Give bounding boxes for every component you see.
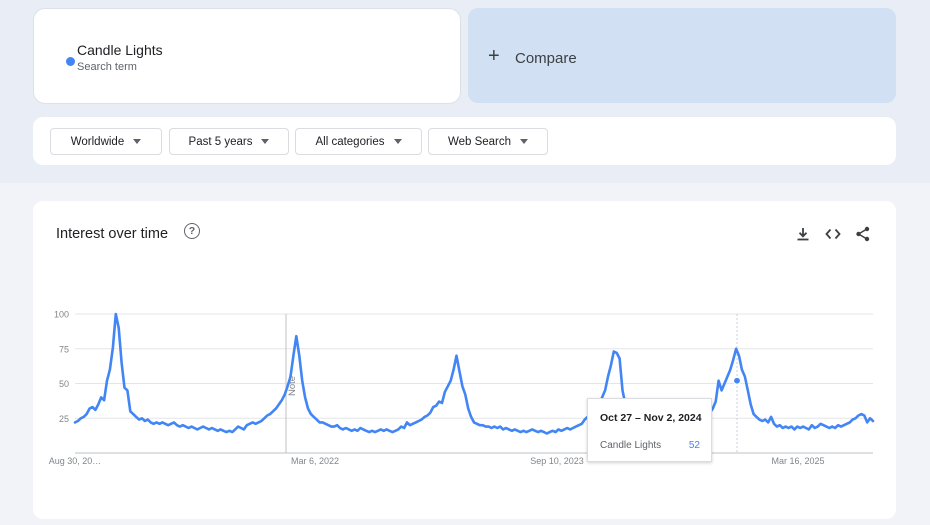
plus-icon: +	[488, 45, 500, 67]
interest-over-time-card: Interest over time ?	[33, 201, 896, 519]
caret-down-icon	[133, 139, 142, 144]
data-tooltip: Oct 27 – Nov 2, 2024 Candle Lights 52	[587, 398, 712, 462]
category-dropdown[interactable]: All categories	[295, 128, 422, 155]
search-type-dropdown[interactable]: Web Search	[428, 128, 548, 155]
caret-down-icon	[261, 139, 270, 144]
search-term-subtitle: Search term	[77, 61, 137, 73]
caret-down-icon	[393, 139, 402, 144]
tooltip-date: Oct 27 – Nov 2, 2024	[600, 412, 702, 424]
region-dropdown[interactable]: Worldwide	[50, 128, 162, 155]
filters-bar: Worldwide Past 5 years All categories We…	[33, 117, 896, 165]
embed-code-icon[interactable]	[824, 225, 842, 243]
time-range-dropdown[interactable]: Past 5 years	[169, 128, 289, 155]
series-color-dot	[66, 57, 75, 66]
help-icon[interactable]: ?	[184, 223, 200, 239]
download-icon[interactable]	[794, 225, 812, 243]
compare-label: Compare	[515, 50, 577, 67]
tooltip-value: 52	[688, 440, 700, 451]
search-type-label: Web Search	[447, 135, 512, 148]
search-term-card[interactable]: Candle Lights Search term	[33, 8, 461, 104]
caret-down-icon	[520, 139, 529, 144]
category-label: All categories	[315, 135, 385, 148]
tooltip-series: Candle Lights	[600, 440, 662, 451]
region-label: Worldwide	[70, 135, 125, 148]
compare-button[interactable]: + Compare	[468, 8, 896, 103]
chart-title: Interest over time	[56, 226, 169, 242]
share-icon[interactable]	[854, 225, 872, 243]
time-range-label: Past 5 years	[188, 135, 253, 148]
search-term-name[interactable]: Candle Lights	[77, 42, 163, 58]
